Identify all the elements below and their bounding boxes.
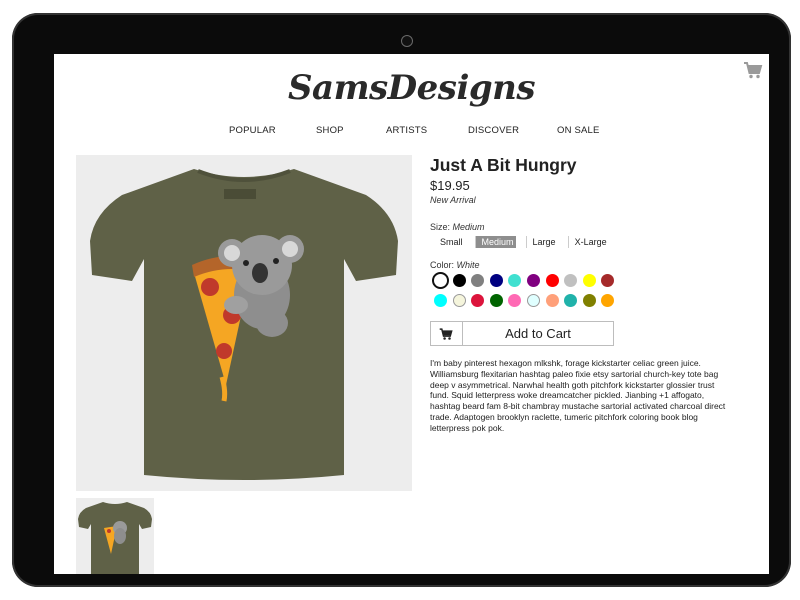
color-swatch[interactable] (564, 274, 578, 287)
nav-on-sale[interactable]: ON SALE (557, 125, 600, 136)
new-arrival-badge: New Arrival (430, 195, 476, 205)
selected-size-value: Medium (452, 222, 485, 232)
screen: SamsDesigns POPULAR SHOP ARTISTS DISCOVE… (54, 54, 769, 574)
color-swatch[interactable] (545, 294, 559, 307)
color-swatch[interactable] (601, 274, 615, 287)
main-nav: POPULAR SHOP ARTISTS DISCOVER ON SALE (54, 125, 769, 139)
color-swatch[interactable] (471, 274, 485, 287)
nav-discover[interactable]: DISCOVER (468, 125, 519, 136)
add-to-cart-label: Add to Cart (505, 326, 571, 341)
product-image (76, 155, 412, 491)
size-large[interactable]: Large (525, 236, 558, 248)
selected-color-value: White (456, 260, 480, 270)
color-swatch[interactable] (545, 274, 559, 287)
color-swatch[interactable] (582, 294, 596, 307)
product-description: I'm baby pinterest hexagon mlkshk, forag… (430, 358, 726, 433)
add-to-cart-button[interactable]: Add to Cart (430, 321, 614, 346)
color-swatch[interactable] (471, 294, 485, 307)
color-swatch[interactable] (434, 294, 447, 307)
color-swatch[interactable] (489, 274, 503, 287)
product-info: Just A Bit Hungry $19.95 New Arrival Siz… (430, 154, 750, 433)
cart-icon (439, 328, 453, 340)
size-selector: Small Medium Large X-Large (438, 236, 619, 248)
product-title: Just A Bit Hungry (430, 155, 577, 175)
size-label: Size: Medium (430, 222, 485, 232)
nav-artists[interactable]: ARTISTS (386, 125, 427, 136)
color-swatch[interactable] (432, 272, 449, 289)
color-swatch[interactable] (508, 294, 522, 307)
color-swatch[interactable] (452, 294, 466, 307)
size-x-large[interactable]: X-Large (567, 236, 609, 248)
color-swatch[interactable] (527, 294, 540, 307)
tablet-frame: SamsDesigns POPULAR SHOP ARTISTS DISCOVE… (12, 13, 791, 587)
color-swatch[interactable] (582, 274, 596, 287)
color-swatch[interactable] (452, 274, 466, 287)
camera-dot (401, 35, 413, 47)
nav-shop[interactable]: SHOP (316, 125, 344, 136)
color-swatch[interactable] (601, 294, 615, 307)
color-label: Color: White (430, 260, 480, 270)
brand-logo[interactable]: SamsDesigns (54, 68, 769, 108)
size-medium[interactable]: Medium (474, 236, 516, 248)
tshirt-thumbnail-graphic (78, 502, 152, 574)
size-small[interactable]: Small (438, 236, 465, 248)
nav-popular[interactable]: POPULAR (229, 125, 276, 136)
color-swatch[interactable] (564, 294, 578, 307)
tshirt-graphic (90, 169, 398, 480)
add-to-cart-icon-box (431, 322, 463, 345)
product-price: $19.95 (430, 178, 470, 193)
color-swatch[interactable] (508, 274, 522, 287)
color-swatch[interactable] (527, 274, 540, 287)
color-swatch[interactable] (489, 294, 503, 307)
product-thumbnail[interactable] (76, 498, 154, 574)
